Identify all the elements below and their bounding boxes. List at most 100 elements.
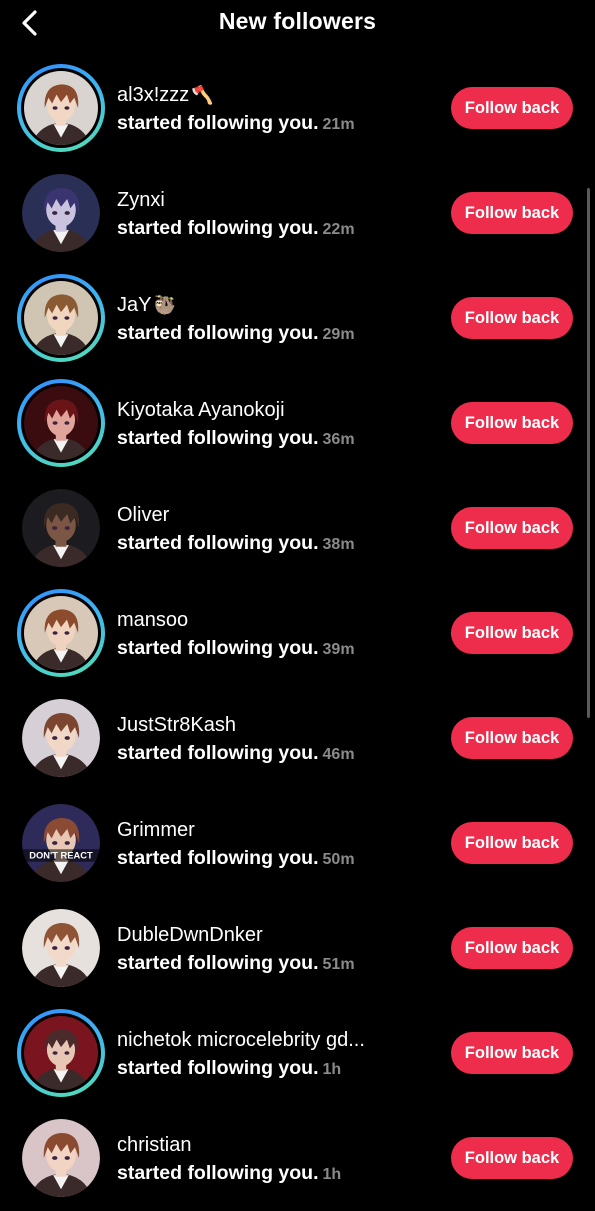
avatar-story-ring[interactable] xyxy=(17,1009,105,1097)
follow-back-button[interactable]: Follow back xyxy=(451,297,573,339)
username[interactable]: Oliver xyxy=(117,502,169,528)
follow-back-button[interactable]: Follow back xyxy=(451,717,573,759)
activity-line: started following you. 29m xyxy=(117,320,427,348)
avatar xyxy=(24,386,98,460)
timestamp: 50m xyxy=(322,851,355,868)
follow-back-button[interactable]: Follow back xyxy=(451,1137,573,1179)
avatar-image xyxy=(22,489,100,567)
follower-row[interactable]: JustStr8Kash started following you. 46m Fol… xyxy=(0,686,595,791)
avatar-border: DON'T REACT xyxy=(22,804,100,882)
follow-back-button[interactable]: Follow back xyxy=(451,1032,573,1074)
username[interactable]: JustStr8Kash xyxy=(117,712,236,738)
avatar-story-ring[interactable] xyxy=(17,64,105,152)
activity-text: started following you. xyxy=(117,217,319,239)
activity-line: started following you. 50m xyxy=(117,845,427,873)
username[interactable]: nichetok microcelebrity gd... xyxy=(117,1027,365,1053)
username[interactable]: Zynxi xyxy=(117,187,165,213)
username-line[interactable]: Grimmer xyxy=(117,817,427,843)
follow-back-button[interactable]: Follow back xyxy=(451,192,573,234)
avatar-frame[interactable] xyxy=(17,904,105,992)
username[interactable]: mansoo xyxy=(117,607,188,633)
follow-back-button[interactable]: Follow back xyxy=(451,87,573,129)
username-line[interactable]: al3x!zzz 🪓 xyxy=(117,82,427,108)
follow-back-button[interactable]: Follow back xyxy=(451,507,573,549)
avatar-image xyxy=(24,281,98,355)
username-line[interactable]: Zynxi xyxy=(117,187,427,213)
follower-info: al3x!zzz 🪓 started following you. 21m xyxy=(117,82,427,138)
username-line[interactable]: christian xyxy=(117,1132,427,1158)
activity-text: started following you. xyxy=(117,637,319,659)
top-bar: New followers xyxy=(0,0,595,46)
activity-text: started following you. xyxy=(117,112,319,134)
avatar xyxy=(22,489,100,567)
avatar xyxy=(24,596,98,670)
username-line[interactable]: nichetok microcelebrity gd... xyxy=(117,1027,427,1053)
followers-list: al3x!zzz 🪓 started following you. 21m Follow… xyxy=(0,56,595,1211)
username-line[interactable]: JaY 🦥 xyxy=(117,292,427,318)
scrollbar[interactable] xyxy=(587,188,590,718)
username-line[interactable]: DubleDwnDnker xyxy=(117,922,427,948)
avatar-image xyxy=(24,1016,98,1090)
timestamp: 29m xyxy=(322,326,355,343)
username[interactable]: al3x!zzz xyxy=(117,82,189,108)
avatar: DON'T REACT xyxy=(22,804,100,882)
follower-row[interactable]: nichetok microcelebrity gd... started fol… xyxy=(0,1001,595,1106)
username-line[interactable]: Kiyotaka Ayanokoji xyxy=(117,397,427,423)
avatar-story-ring[interactable] xyxy=(17,274,105,362)
follower-row[interactable]: mansoo started following you. 39m Follow ba… xyxy=(0,581,595,686)
follow-back-button[interactable]: Follow back xyxy=(451,822,573,864)
avatar-overlay-text: DON'T REACT xyxy=(29,851,93,861)
follower-row[interactable]: Oliver started following you. 38m Follow ba… xyxy=(0,476,595,581)
avatar-image xyxy=(24,596,98,670)
follower-info: Grimmer started following you. 50m xyxy=(117,817,427,873)
username[interactable]: DubleDwnDnker xyxy=(117,922,263,948)
follow-back-button[interactable]: Follow back xyxy=(451,612,573,654)
avatar-image xyxy=(22,909,100,987)
avatar-frame[interactable] xyxy=(17,484,105,572)
avatar-frame[interactable] xyxy=(17,169,105,257)
follow-back-button[interactable]: Follow back xyxy=(451,402,573,444)
avatar-story-ring[interactable] xyxy=(17,379,105,467)
avatar-border xyxy=(21,278,101,358)
timestamp: 39m xyxy=(322,641,355,658)
username-line[interactable]: Oliver xyxy=(117,502,427,528)
timestamp: 1h xyxy=(322,1166,342,1183)
avatar-image xyxy=(22,174,100,252)
username[interactable]: christian xyxy=(117,1132,191,1158)
avatar-story-ring[interactable] xyxy=(17,589,105,677)
follower-row[interactable]: JaY 🦥 started following you. 29m Follow back xyxy=(0,266,595,371)
username-line[interactable]: JustStr8Kash xyxy=(117,712,427,738)
username-emoji: 🪓 xyxy=(191,85,214,105)
follower-row[interactable]: DON'T REACT Grimmer started following you.… xyxy=(0,791,595,896)
avatar-border xyxy=(22,1119,100,1197)
follower-info: mansoo started following you. 39m xyxy=(117,607,427,663)
timestamp: 22m xyxy=(322,221,355,238)
activity-text: started following you. xyxy=(117,847,319,869)
follower-info: nichetok microcelebrity gd... started fol… xyxy=(117,1027,427,1083)
activity-line: started following you. 1h xyxy=(117,1160,427,1188)
follower-row[interactable]: christian started following you. 1h Follow … xyxy=(0,1106,595,1211)
avatar-frame[interactable] xyxy=(17,694,105,782)
username[interactable]: JaY xyxy=(117,292,151,318)
follower-row[interactable]: DubleDwnDnker started following you. 51m Fo… xyxy=(0,896,595,1001)
username[interactable]: Grimmer xyxy=(117,817,195,843)
activity-text: started following you. xyxy=(117,427,319,449)
avatar-frame[interactable]: DON'T REACT xyxy=(17,799,105,887)
follower-info: Oliver started following you. 38m xyxy=(117,502,427,558)
username-emoji: 🦥 xyxy=(153,295,176,315)
avatar xyxy=(22,174,100,252)
follower-row[interactable]: Zynxi started following you. 22m Follow bac… xyxy=(0,161,595,266)
avatar-border xyxy=(21,593,101,673)
activity-text: started following you. xyxy=(117,1162,319,1184)
avatar xyxy=(24,281,98,355)
follower-row[interactable]: al3x!zzz 🪓 started following you. 21m Follow… xyxy=(0,56,595,161)
avatar-frame[interactable] xyxy=(17,1114,105,1202)
follower-row[interactable]: Kiyotaka Ayanokoji started following you.… xyxy=(0,371,595,476)
avatar-border xyxy=(21,1013,101,1093)
activity-line: started following you. 51m xyxy=(117,950,427,978)
username[interactable]: Kiyotaka Ayanokoji xyxy=(117,397,285,423)
timestamp: 1h xyxy=(322,1061,342,1078)
follow-back-button[interactable]: Follow back xyxy=(451,927,573,969)
username-line[interactable]: mansoo xyxy=(117,607,427,633)
timestamp: 38m xyxy=(322,536,355,553)
